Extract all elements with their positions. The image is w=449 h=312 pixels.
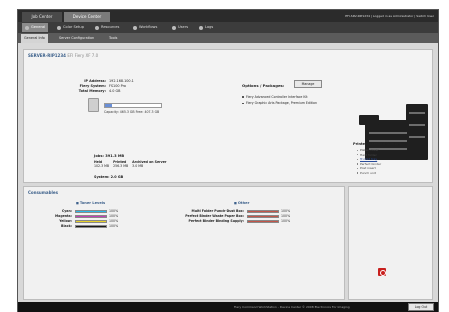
hard-disk-icon xyxy=(88,98,99,112)
jobs-value: 102.3 MB xyxy=(94,164,110,169)
jobs-title: Jobs: 391.3 MB xyxy=(94,154,125,158)
nav-resources[interactable]: Resources xyxy=(92,23,122,32)
tab-device-center[interactable]: Device Center xyxy=(64,12,110,22)
nav-label: Resources xyxy=(101,25,120,29)
nav-label: General xyxy=(31,25,46,29)
toner-level-fill xyxy=(76,216,106,217)
other-level-bar xyxy=(247,210,279,213)
server-subtitle: EFI Fiery XF 7.0 xyxy=(67,53,99,58)
nav-color-setup[interactable]: Color Setup xyxy=(54,23,87,32)
consumables-panel: Consumables Toner Levels Other Cyan:100%… xyxy=(23,186,345,300)
server-name: SERVER-RIP1234 xyxy=(28,53,66,58)
toner-levels-heading: Toner Levels xyxy=(76,201,105,205)
printer-tray xyxy=(409,136,425,138)
other-level-fill xyxy=(248,216,278,217)
general-icon xyxy=(25,25,29,30)
subtab-general-info[interactable]: General Info xyxy=(21,34,48,43)
toner-label: Black: xyxy=(61,224,72,228)
installed-options-title: Printer Installed Options xyxy=(353,142,402,146)
subtab-tools[interactable]: Tools xyxy=(106,34,120,43)
memory-label: Total Memory: xyxy=(78,89,106,93)
other-percent: 100% xyxy=(281,219,291,223)
printer-scanner xyxy=(359,115,379,125)
ip-value: 192.168.100.1 xyxy=(109,79,134,83)
consumables-title: Consumables xyxy=(28,190,58,195)
toner-level-fill xyxy=(76,211,106,212)
users-icon xyxy=(172,25,176,30)
top-bar: Job Center Device Center EFI-SRV-RIP1234… xyxy=(18,10,438,22)
installed-option: Punch unit xyxy=(357,171,381,176)
option-item: Fiery Advanced Controller Interface Kit xyxy=(242,95,332,99)
nav-logs[interactable]: Logs xyxy=(196,23,216,32)
nav-users[interactable]: Users xyxy=(169,23,191,32)
disk-capacity: Capacity: 465.3 GB Free: 407.3 GB xyxy=(104,110,160,114)
printer-tray xyxy=(409,124,425,126)
printer-tray xyxy=(409,112,425,114)
manage-button[interactable]: Manage xyxy=(294,80,322,88)
disk-usage-bar xyxy=(104,103,162,108)
nav-label: Users xyxy=(178,25,189,29)
subtab-server-configuration[interactable]: Server Configuration xyxy=(56,34,97,43)
other-level-fill xyxy=(248,211,278,212)
logs-icon xyxy=(199,25,203,30)
other-row: Perfect Binder Binding Supply: 100% xyxy=(144,219,290,224)
option-item: Fiery Graphic Arts Package, Premium Edit… xyxy=(242,101,332,105)
brand-panel xyxy=(348,186,433,300)
other-heading: Other xyxy=(234,201,250,205)
installed-options-list: Platen cover Hard folder Tri-fold tray P… xyxy=(357,148,381,176)
printer-tray xyxy=(369,132,407,134)
tab-job-center[interactable]: Job Center xyxy=(22,12,62,22)
options-list: Fiery Advanced Controller Interface Kit … xyxy=(242,95,332,107)
server-panel: SERVER-RIP1234 EFI Fiery XF 7.0 IP Addre… xyxy=(23,49,433,183)
memory-value: 4.0 GB xyxy=(109,89,121,93)
footer-bar: Fiery Command WorkStation - Device Cente… xyxy=(18,302,438,312)
resources-icon xyxy=(95,25,99,30)
other-level-bar xyxy=(247,215,279,218)
logout-button[interactable]: Log Out xyxy=(408,303,434,311)
server-title: SERVER-RIP1234 EFI Fiery XF 7.0 xyxy=(28,53,98,58)
toner-level-bar xyxy=(75,215,107,218)
user-info[interactable]: EFI-SRV-RIP1234 | Logged in as Administr… xyxy=(345,10,434,22)
toner-level-fill xyxy=(76,226,106,227)
fiery-value: FS100 Pro xyxy=(109,84,126,88)
nav-bar: General Color Setup Resources Workflows … xyxy=(18,22,438,33)
toner-level-bar xyxy=(75,210,107,213)
toner-level-bar xyxy=(75,220,107,223)
jobs-value: 3.0 MB xyxy=(132,164,144,169)
toner-level-fill xyxy=(76,221,106,222)
nav-workflows[interactable]: Workflows xyxy=(130,23,160,32)
jobs-value: 256.3 MB xyxy=(113,164,129,169)
jobs-value-row: 102.3 MB 256.3 MB 3.0 MB xyxy=(94,164,171,168)
color-icon xyxy=(57,25,61,30)
other-label: Perfect Binder Binding Supply: xyxy=(188,219,244,223)
nav-label: Workflows xyxy=(139,25,158,29)
disk-usage-fill xyxy=(105,104,112,107)
system-size: System: 2.0 GB xyxy=(94,175,124,179)
jobs-table: Held Printed Archived on Server 102.3 MB… xyxy=(94,160,171,168)
memory-row: Total Memory: 4.0 GB xyxy=(64,89,121,94)
options-title: Options / Packages: xyxy=(242,83,285,88)
other-level-fill xyxy=(248,221,278,222)
nav-general[interactable]: General xyxy=(22,23,49,32)
footer-text: Fiery Command WorkStation - Device Cente… xyxy=(234,305,350,309)
toner-row: Black: 100% xyxy=(34,224,118,229)
toner-level-bar xyxy=(75,225,107,228)
nav-label: Logs xyxy=(205,25,214,29)
workflow-icon xyxy=(133,25,137,30)
nav-label: Color Setup xyxy=(63,25,84,29)
vendor-logo-icon xyxy=(378,268,386,276)
other-level-bar xyxy=(247,220,279,223)
toner-percent: 100% xyxy=(109,224,119,228)
sub-tab-bar: General Info Server Configuration Tools xyxy=(18,33,438,43)
app-window: Job Center Device Center EFI-SRV-RIP1234… xyxy=(17,9,439,312)
